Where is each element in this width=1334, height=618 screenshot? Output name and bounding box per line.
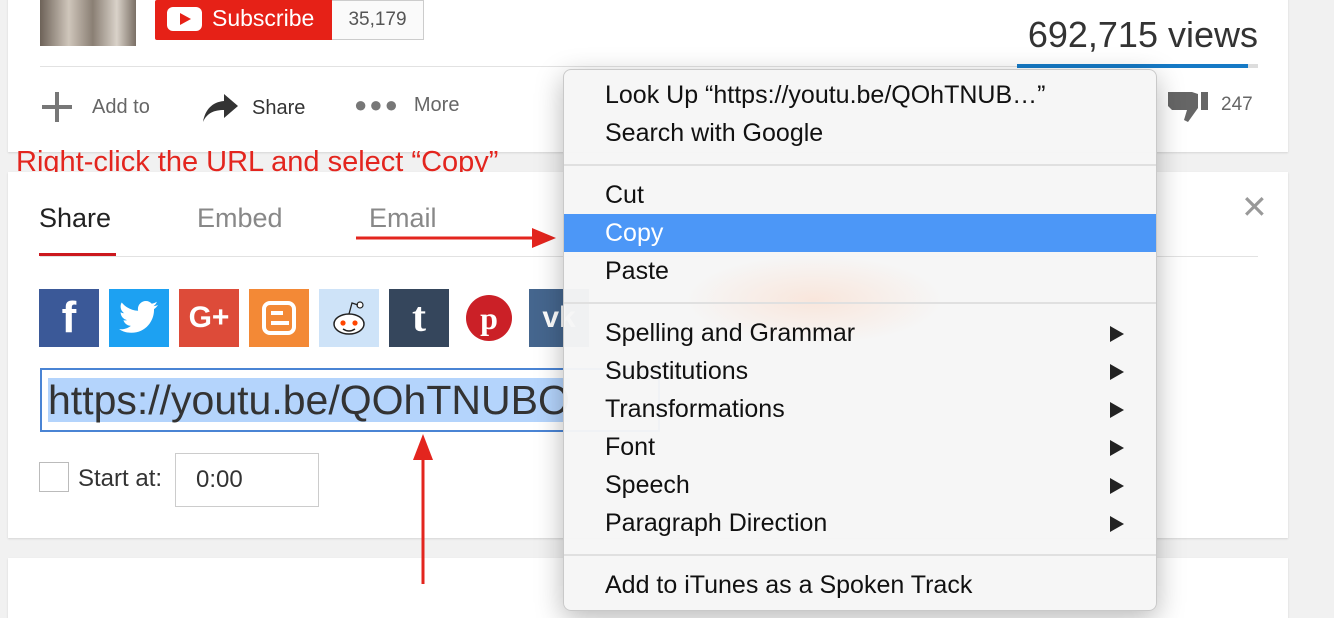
menu-item-transformations-label: Transformations [605, 395, 785, 423]
menu-separator [564, 302, 1156, 304]
submenu-arrow-icon [1110, 440, 1124, 456]
share-arrow-icon [203, 94, 238, 122]
twitter-icon[interactable] [109, 289, 169, 347]
add-to-label: Add to [92, 95, 150, 118]
plus-icon [42, 92, 72, 122]
tumblr-icon[interactable]: t [389, 289, 449, 347]
submenu-arrow-icon [1110, 402, 1124, 418]
active-tab-indicator [39, 253, 116, 256]
view-count: 692,715 views [1027, 14, 1258, 55]
menu-item-look-up[interactable]: Look Up “https://youtu.be/QOhTNUB…” [564, 76, 1156, 114]
menu-item-paste[interactable]: Paste [564, 252, 1156, 290]
blogger-icon[interactable] [249, 289, 309, 347]
more-button[interactable]: ●●● More [354, 92, 459, 118]
menu-item-spelling[interactable]: Spelling and Grammar [564, 314, 1156, 352]
menu-item-look-up-label: Look Up “https://youtu.be/QOhTNUB…” [605, 81, 1046, 109]
submenu-arrow-icon [1110, 364, 1124, 380]
thumbs-down-icon[interactable] [1168, 88, 1210, 124]
menu-item-add-itunes[interactable]: Add to iTunes as a Spoken Track [564, 566, 1156, 604]
start-at-input[interactable]: 0:00 [175, 453, 319, 507]
menu-item-paragraph-direction-label: Paragraph Direction [605, 509, 828, 537]
menu-item-cut[interactable]: Cut [564, 176, 1156, 214]
start-at-checkbox[interactable] [39, 462, 69, 492]
submenu-arrow-icon [1110, 478, 1124, 494]
subscribe-label: Subscribe [212, 5, 315, 31]
menu-item-spelling-label: Spelling and Grammar [605, 319, 856, 347]
dislike-count: 247 [1221, 94, 1253, 115]
menu-item-font-label: Font [605, 433, 656, 461]
more-label: More [413, 93, 460, 116]
google-plus-icon[interactable]: G+ [179, 289, 239, 347]
share-label: Share [252, 96, 306, 119]
menu-item-speech-label: Speech [605, 471, 690, 499]
share-button[interactable]: Share [202, 92, 305, 124]
tab-share[interactable]: Share [39, 203, 111, 234]
add-to-button[interactable]: Add to [42, 92, 150, 122]
tab-email[interactable]: Email [369, 203, 437, 234]
menu-item-search-google-label: Search with Google [605, 119, 824, 147]
reddit-icon[interactable] [319, 289, 379, 347]
start-at-label: Start at: [78, 465, 163, 492]
more-dots-icon: ●●● [354, 92, 400, 117]
menu-item-cut-label: Cut [605, 181, 644, 209]
like-ratio-bar [1017, 64, 1258, 68]
channel-thumbnail[interactable] [40, 0, 136, 46]
subscriber-count: 35,179 [332, 0, 424, 40]
context-menu: Look Up “https://youtu.be/QOhTNUB…” Sear… [563, 69, 1157, 611]
submenu-arrow-icon [1110, 516, 1124, 532]
menu-item-speech[interactable]: Speech [564, 466, 1156, 504]
pinterest-icon[interactable]: p [459, 289, 519, 347]
subscribe-button[interactable]: Subscribe [155, 0, 332, 40]
menu-separator [564, 164, 1156, 166]
share-url-text: https://youtu.be/QOhTNUBO [48, 377, 570, 423]
menu-item-paste-label: Paste [605, 257, 669, 285]
submenu-arrow-icon [1110, 326, 1124, 342]
menu-separator [564, 554, 1156, 556]
facebook-icon[interactable]: f [39, 289, 99, 347]
menu-item-copy[interactable]: Copy [564, 214, 1156, 252]
menu-item-search-google[interactable]: Search with Google [564, 114, 1156, 152]
close-icon[interactable]: ✕ [1241, 188, 1268, 226]
menu-item-substitutions[interactable]: Substitutions [564, 352, 1156, 390]
menu-item-paragraph-direction[interactable]: Paragraph Direction [564, 504, 1156, 542]
youtube-play-icon [167, 7, 202, 31]
menu-item-substitutions-label: Substitutions [605, 357, 749, 385]
menu-item-transformations[interactable]: Transformations [564, 390, 1156, 428]
tab-embed[interactable]: Embed [197, 203, 283, 234]
menu-item-font[interactable]: Font [564, 428, 1156, 466]
menu-item-copy-label: Copy [605, 219, 664, 247]
menu-item-add-itunes-label: Add to iTunes as a Spoken Track [605, 571, 973, 599]
